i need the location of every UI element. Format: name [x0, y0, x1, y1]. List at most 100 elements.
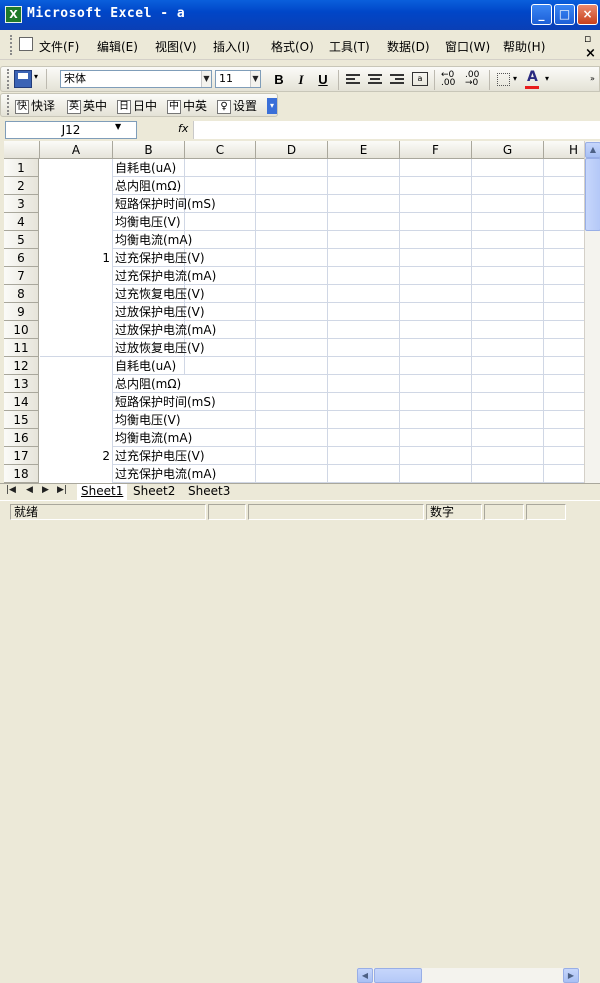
excel-app-icon[interactable]: X — [5, 6, 22, 23]
merged-cell-a12-a22[interactable]: 2 — [40, 447, 112, 465]
italic-button[interactable]: I — [292, 70, 310, 90]
row-header[interactable]: 2 — [4, 177, 39, 195]
column-header-c[interactable]: C — [185, 141, 256, 159]
jp-to-zh-button[interactable]: 日日中 — [117, 97, 157, 114]
settings-button[interactable]: ♀ 设置 — [217, 97, 257, 114]
menu-help[interactable]: 帮助(H) — [503, 38, 545, 55]
close-button[interactable]: × — [577, 4, 598, 25]
borders-icon[interactable] — [497, 73, 510, 86]
sheet-tab-sheet1[interactable]: Sheet1 — [77, 484, 128, 500]
row-header[interactable]: 16 — [4, 429, 39, 447]
workbook-icon[interactable] — [19, 37, 33, 51]
row-header[interactable]: 13 — [4, 375, 39, 393]
next-sheet-icon[interactable]: ▶ — [42, 485, 49, 495]
merge-center-icon[interactable]: a — [412, 72, 428, 86]
row-header[interactable]: 17 — [4, 447, 39, 465]
decrease-decimal-icon[interactable]: .00 →0 — [465, 71, 479, 88]
menu-data[interactable]: 数据(D) — [387, 38, 430, 55]
row-header[interactable]: 18 — [4, 465, 39, 483]
cell-b2[interactable]: 总内阻(mΩ) — [114, 177, 181, 195]
sheet-tab-sheet3[interactable]: Sheet3 — [184, 484, 235, 500]
cell-b1[interactable]: 自耗电(uA) — [114, 159, 176, 177]
row-header[interactable]: 8 — [4, 285, 39, 303]
row-header[interactable]: 7 — [4, 267, 39, 285]
scroll-up-icon[interactable]: ▲ — [585, 142, 600, 158]
row-header[interactable]: 1 — [4, 159, 39, 177]
spreadsheet-grid[interactable]: A B C D E F G H 1 2 1 自耗电(uA) 2 总内阻(mΩ) 3 短路保… — [4, 141, 584, 483]
vertical-scrollbar[interactable]: ▲ — [584, 141, 600, 483]
vertical-scroll-thumb[interactable] — [585, 158, 600, 231]
toolbar-options-icon[interactable]: ▾ — [267, 98, 277, 114]
underline-button[interactable]: U — [314, 70, 332, 90]
cell-b10[interactable]: 过放保护电流(mA) — [114, 321, 216, 339]
menu-edit[interactable]: 编辑(E) — [97, 38, 138, 55]
font-size-box[interactable]: 11 ▼ — [215, 70, 261, 88]
select-all-corner[interactable] — [4, 141, 40, 159]
menu-format[interactable]: 格式(O) — [271, 38, 314, 55]
bold-button[interactable]: B — [270, 70, 288, 90]
align-right-icon[interactable] — [390, 72, 404, 86]
toolbar-grip[interactable] — [7, 69, 11, 89]
row-header[interactable]: 4 — [4, 213, 39, 231]
cell-b9[interactable]: 过放保护电压(V) — [114, 303, 205, 321]
column-header-a[interactable]: A — [40, 141, 113, 159]
column-header-e[interactable]: E — [328, 141, 400, 159]
cell-b7[interactable]: 过充保护电流(mA) — [114, 267, 216, 285]
menu-view[interactable]: 视图(V) — [155, 38, 197, 55]
last-sheet-icon[interactable]: ▶| — [57, 485, 67, 495]
row-header[interactable]: 9 — [4, 303, 39, 321]
increase-decimal-icon[interactable]: ←0.00 — [441, 71, 455, 88]
cell-b15[interactable]: 均衡电压(V) — [114, 411, 181, 429]
font-color-icon[interactable]: A — [527, 69, 538, 85]
cell-b11[interactable]: 过放恢复电压(V) — [114, 339, 205, 357]
toolbar-grip[interactable] — [7, 95, 11, 115]
title-bar[interactable]: X Microsoft Excel - a _ □ × — [0, 0, 600, 30]
cell-b8[interactable]: 过充恢复电压(V) — [114, 285, 205, 303]
borders-dropdown-icon[interactable]: ▾ — [513, 74, 517, 83]
font-size-dropdown-icon[interactable]: ▼ — [250, 71, 260, 87]
row-header[interactable]: 6 — [4, 249, 39, 267]
first-sheet-icon[interactable]: |◀ — [6, 485, 16, 495]
cell-b17[interactable]: 过充保护电压(V) — [114, 447, 205, 465]
name-box-dropdown-icon[interactable]: ▼ — [115, 122, 121, 131]
align-left-icon[interactable] — [346, 72, 360, 86]
cell-b13[interactable]: 总内阻(mΩ) — [114, 375, 181, 393]
column-header-h[interactable]: H — [544, 141, 584, 159]
font-color-dropdown-icon[interactable]: ▾ — [545, 74, 549, 83]
menu-file[interactable]: 文件(F) — [39, 38, 79, 55]
cell-b18[interactable]: 过充保护电流(mA) — [114, 465, 216, 483]
doc-close-button[interactable]: × — [585, 46, 596, 61]
cell-b16[interactable]: 均衡电流(mA) — [114, 429, 192, 447]
save-dropdown-arrow-icon[interactable]: ▾ — [34, 72, 38, 81]
row-header[interactable]: 11 — [4, 339, 39, 357]
scroll-left-icon[interactable]: ◀ — [357, 968, 373, 983]
menu-insert[interactable]: 插入(I) — [213, 38, 250, 55]
zh-to-en-button[interactable]: 中中英 — [167, 97, 207, 114]
row-header[interactable]: 3 — [4, 195, 39, 213]
font-name-dropdown-icon[interactable]: ▼ — [201, 71, 211, 87]
row-header[interactable]: 14 — [4, 393, 39, 411]
scroll-right-icon[interactable]: ▶ — [563, 968, 579, 983]
merged-cell-a1-a11[interactable]: 1 — [40, 249, 112, 267]
font-name-box[interactable]: 宋体 ▼ — [60, 70, 212, 88]
menu-tools[interactable]: 工具(T) — [329, 38, 370, 55]
insert-function-icon[interactable]: fx — [178, 122, 188, 135]
column-header-d[interactable]: D — [256, 141, 328, 159]
cell-b12[interactable]: 自耗电(uA) — [114, 357, 176, 375]
sheet-tab-sheet2[interactable]: Sheet2 — [129, 484, 180, 500]
horizontal-scroll-thumb[interactable] — [374, 968, 422, 983]
en-to-zh-button[interactable]: 英英中 — [67, 97, 107, 114]
column-header-g[interactable]: G — [472, 141, 544, 159]
cell-b6[interactable]: 过充保护电压(V) — [114, 249, 205, 267]
minimize-button[interactable]: _ — [531, 4, 552, 25]
menu-grip[interactable] — [10, 35, 14, 55]
prev-sheet-icon[interactable]: ◀ — [26, 485, 33, 495]
formula-input[interactable] — [193, 121, 600, 139]
toolbar-options-icon[interactable]: » — [590, 74, 595, 83]
row-header[interactable]: 12 — [4, 357, 39, 375]
align-center-icon[interactable] — [368, 72, 382, 86]
row-header[interactable]: 10 — [4, 321, 39, 339]
menu-window[interactable]: 窗口(W) — [445, 38, 490, 55]
cell-b14[interactable]: 短路保护时间(mS) — [114, 393, 216, 411]
save-icon[interactable] — [14, 70, 32, 88]
